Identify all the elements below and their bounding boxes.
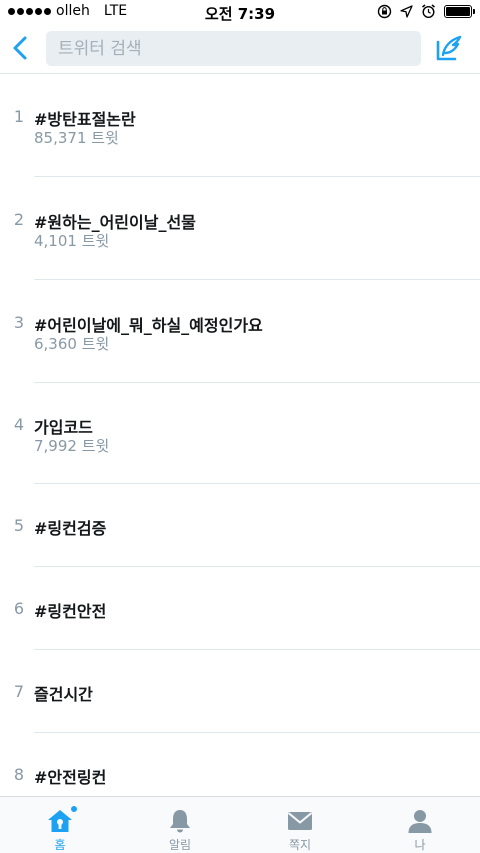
- tab-label: 나: [414, 838, 426, 852]
- trend-rank: 5: [13, 516, 25, 535]
- compose-quill-icon: [436, 35, 462, 61]
- status-bar: olleh LTE 오전 7:39: [0, 0, 480, 24]
- trend-tweet-count: 7,992 트윗: [34, 437, 110, 455]
- trend-tweet-count: 4,101 트윗: [34, 232, 110, 250]
- person-icon: [405, 807, 435, 834]
- trend-item[interactable]: 6 #링컨안전: [0, 567, 480, 650]
- trend-name: #안전링컨: [34, 768, 107, 787]
- trend-item[interactable]: 2 #원하는_어린이날_선물 4,101 트윗: [0, 177, 480, 280]
- trend-tweet-count: 85,371 트윗: [34, 129, 119, 147]
- trend-item[interactable]: 8 #안전링컨: [0, 733, 480, 795]
- trend-item[interactable]: 4 가입코드 7,992 트윗: [0, 383, 480, 484]
- trend-name: #링컨검증: [34, 519, 107, 538]
- tab-messages[interactable]: 쪽지: [240, 797, 360, 853]
- trend-rank: 4: [13, 415, 25, 434]
- trend-rank: 2: [13, 210, 25, 229]
- tab-label: 쪽지: [288, 838, 312, 852]
- trend-rank: 6: [13, 599, 25, 618]
- compose-tweet-button[interactable]: [434, 33, 464, 63]
- notification-dot: [70, 805, 78, 813]
- trend-tweet-count: 6,360 트윗: [34, 335, 110, 353]
- battery-icon: [444, 5, 475, 18]
- bell-icon: [165, 807, 195, 834]
- tab-notifications[interactable]: 알림: [120, 797, 240, 853]
- trend-rank: 1: [13, 107, 25, 126]
- alarm-clock-icon: [422, 4, 435, 19]
- trend-rank: 7: [13, 682, 25, 701]
- trend-name: #링컨안전: [34, 602, 107, 621]
- trend-rank: 3: [13, 313, 25, 332]
- status-right: [377, 4, 475, 19]
- orientation-lock-icon: [377, 4, 392, 19]
- search-input[interactable]: [46, 31, 421, 66]
- tab-me[interactable]: 나: [360, 797, 480, 853]
- envelope-icon: [285, 807, 315, 834]
- trend-item[interactable]: 3 #어린이날에_뭐_하실_예정인가요 6,360 트윗: [0, 280, 480, 383]
- trend-item[interactable]: 7 즐건시간: [0, 650, 480, 733]
- search-box[interactable]: [46, 31, 421, 66]
- home-icon: [45, 805, 78, 834]
- search-header: [0, 24, 480, 74]
- tab-bar: 홈 알림 쪽지 나: [0, 796, 480, 853]
- trend-item[interactable]: 5 #링컨검증: [0, 484, 480, 567]
- trend-rank: 8: [13, 765, 25, 784]
- chevron-left-icon: [13, 36, 27, 60]
- tab-label: 알림: [168, 838, 192, 852]
- trend-name: 즐건시간: [34, 685, 93, 704]
- tab-label: 홈: [54, 838, 66, 852]
- tab-home[interactable]: 홈: [0, 797, 120, 853]
- location-arrow-icon: [400, 5, 413, 18]
- back-button[interactable]: [6, 32, 34, 64]
- trend-item[interactable]: 1 #방탄표절논란 85,371 트윗: [0, 75, 480, 177]
